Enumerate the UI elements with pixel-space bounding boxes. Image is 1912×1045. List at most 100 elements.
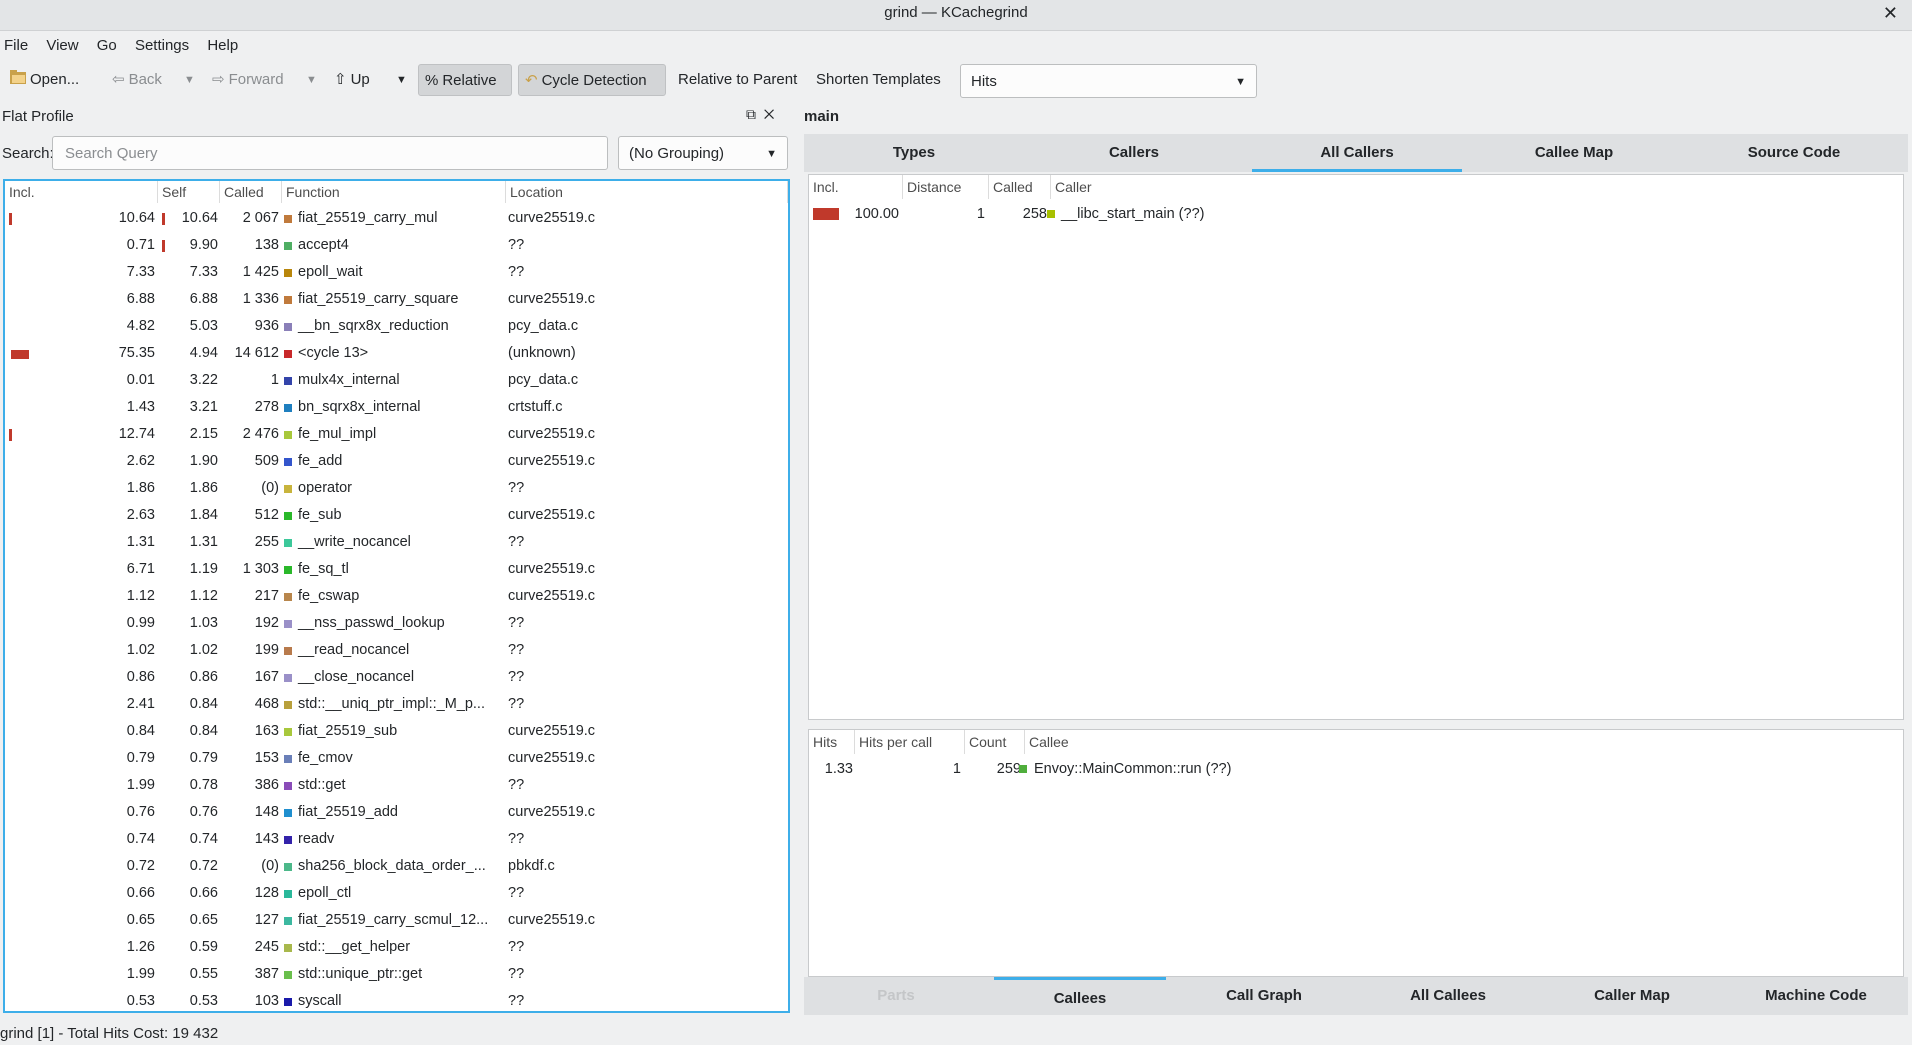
incl-value: 1.86 <box>126 480 155 496</box>
relative-toggle[interactable]: % Relative <box>418 64 512 96</box>
table-row[interactable]: 6.71 1.19 1 303 fe_sq_tl curve25519.c <box>5 556 788 583</box>
table-row[interactable]: 0.76 0.76 148 fiat_25519_add curve25519.c <box>5 799 788 826</box>
dock-close-icon[interactable]: ✕ <box>764 106 775 122</box>
column-header-called[interactable]: Called <box>220 181 282 203</box>
callers-list[interactable]: Incl. Distance Called Caller 100.00 1 25… <box>808 174 1904 720</box>
table-row[interactable]: 0.01 3.22 1 mulx4x_internal pcy_data.c <box>5 367 788 394</box>
table-row[interactable]: 0.86 0.86 167 __close_nocancel?? <box>5 664 788 691</box>
menu-view[interactable]: View <box>46 31 78 61</box>
table-row[interactable]: 2.63 1.84 512 fe_sub curve25519.c <box>5 502 788 529</box>
column-header-caller[interactable]: Caller <box>1051 175 1903 199</box>
open-button[interactable]: Open... <box>4 64 85 96</box>
table-row[interactable]: 1.26 0.59 245 std::__get_helper?? <box>5 934 788 961</box>
back-dropdown-icon[interactable]: ▼ <box>178 64 201 96</box>
forward-label: Forward <box>228 71 284 88</box>
table-row[interactable]: 7.33 7.33 1 425 epoll_wait?? <box>5 259 788 286</box>
column-header-hits-per-call[interactable]: Hits per call <box>855 730 965 754</box>
called-value: 1 303 <box>242 561 279 577</box>
location-value: curve25519.c <box>508 426 596 442</box>
called-value: 192 <box>254 615 279 631</box>
column-header-count[interactable]: Count <box>965 730 1025 754</box>
table-row[interactable]: 75.35 4.94 14 612 <cycle 13> (unknown) <box>5 340 788 367</box>
column-header-function[interactable]: Function <box>282 181 506 203</box>
table-row[interactable]: 0.71 9.90 138 accept4?? <box>5 232 788 259</box>
back-button[interactable]: ⇦ Back <box>106 64 168 96</box>
table-row[interactable]: 10.64 10.64 2 067 fiat_25519_carry_mul curve… <box>5 205 788 232</box>
up-button[interactable]: ⇧ Up <box>328 64 376 96</box>
table-row[interactable]: 1.99 0.55 387 std::unique_ptr::get?? <box>5 961 788 988</box>
tab-all-callers[interactable]: All Callers <box>1252 134 1462 172</box>
forward-dropdown-icon[interactable]: ▼ <box>300 64 323 96</box>
table-row[interactable]: 1.86 1.86 (0) operator?? <box>5 475 788 502</box>
forward-button[interactable]: ⇨ Forward <box>206 64 290 96</box>
column-header-self[interactable]: Self <box>158 181 220 203</box>
callees-list[interactable]: Hits Hits per call Count Callee 1.33 1 2… <box>808 729 1904 977</box>
tab-parts[interactable]: Parts <box>804 977 988 1015</box>
table-row[interactable]: 0.84 0.84 163 fiat_25519_sub curve25519.c <box>5 718 788 745</box>
table-row[interactable]: 0.53 0.53 103 syscall?? <box>5 988 788 1011</box>
vertical-scrollbar[interactable] <box>788 205 790 413</box>
tab-caller-map[interactable]: Caller Map <box>1540 977 1724 1015</box>
table-row[interactable]: 4.82 5.03 936 __bn_sqrx8x_reduction pcy_data… <box>5 313 788 340</box>
called-value: 138 <box>254 237 279 253</box>
tab-machine-code[interactable]: Machine Code <box>1724 977 1908 1015</box>
menu-settings[interactable]: Settings <box>135 31 189 61</box>
flat-profile-table[interactable]: Incl. Self Called Function Location 10.6… <box>3 179 790 1013</box>
chevron-down-icon: ▼ <box>766 148 777 160</box>
close-icon[interactable]: ✕ <box>1883 0 1898 26</box>
table-row[interactable]: 0.65 0.65 127 fiat_25519_carry_scmul_12... c… <box>5 907 788 934</box>
column-header-location[interactable]: Location <box>506 181 788 203</box>
incl-value: 1.26 <box>126 939 155 955</box>
table-row[interactable]: 0.99 1.03 192 __nss_passwd_lookup?? <box>5 610 788 637</box>
table-row[interactable]: 1.31 1.31 255 __write_nocancel?? <box>5 529 788 556</box>
menu-go[interactable]: Go <box>97 31 117 61</box>
menu-help[interactable]: Help <box>207 31 238 61</box>
column-header-incl[interactable]: Incl. <box>809 175 903 199</box>
table-row[interactable]: 1.99 0.78 386 std::get?? <box>5 772 788 799</box>
tab-callee-map[interactable]: Callee Map <box>1464 134 1684 172</box>
table-row[interactable]: 0.72 0.72 (0) sha256_block_data_order_... pb… <box>5 853 788 880</box>
table-row[interactable]: 2.62 1.90 509 fe_add curve25519.c <box>5 448 788 475</box>
table-row[interactable]: 1.02 1.02 199 __read_nocancel?? <box>5 637 788 664</box>
tab-callees[interactable]: Callees <box>994 977 1166 1015</box>
bottom-tab-bar: Parts Callees Call Graph All Callees Cal… <box>804 977 1908 1015</box>
called-value: 245 <box>254 939 279 955</box>
column-header-hits[interactable]: Hits <box>809 730 855 754</box>
shorten-templates-toggle[interactable]: Shorten Templates <box>810 64 947 96</box>
cycle-detection-toggle[interactable]: ↶ Cycle Detection <box>518 64 666 96</box>
tab-types[interactable]: Types <box>804 134 1024 172</box>
relative-to-parent-toggle[interactable]: Relative to Parent <box>672 64 803 96</box>
table-row[interactable]: 1.33 1 259 Envoy::MainCommon::run (??) <box>809 756 1903 782</box>
column-header-distance[interactable]: Distance <box>903 175 989 199</box>
function-name: fiat_25519_carry_square <box>298 291 459 307</box>
self-value: 0.55 <box>189 966 218 982</box>
tab-all-callees[interactable]: All Callees <box>1356 977 1540 1015</box>
table-row[interactable]: 1.12 1.12 217 fe_cswap curve25519.c <box>5 583 788 610</box>
column-header-called[interactable]: Called <box>989 175 1051 199</box>
function-color-swatch <box>284 647 292 655</box>
menu-file[interactable]: File <box>4 31 28 61</box>
search-input[interactable] <box>52 136 608 170</box>
table-row[interactable]: 6.88 6.88 1 336 fiat_25519_carry_square curv… <box>5 286 788 313</box>
function-name: fe_add <box>298 453 343 469</box>
up-label: Up <box>350 71 370 88</box>
table-row[interactable]: 12.74 2.15 2 476 fe_mul_impl curve25519.c <box>5 421 788 448</box>
column-header-callee[interactable]: Callee <box>1025 730 1903 754</box>
table-row[interactable]: 0.66 0.66 128 epoll_ctl?? <box>5 880 788 907</box>
table-row[interactable]: 0.79 0.79 153 fe_cmov curve25519.c <box>5 745 788 772</box>
table-row[interactable]: 0.74 0.74 143 readv?? <box>5 826 788 853</box>
table-row[interactable]: 100.00 1 258 __libc_start_main (??) <box>809 201 1903 227</box>
table-row[interactable]: 2.41 0.84 468 std::__uniq_ptr_impl::_M_p...… <box>5 691 788 718</box>
event-type-select[interactable]: Hits ▼ <box>960 64 1257 98</box>
table-row[interactable]: 1.43 3.21 278 bn_sqrx8x_internal crtstuff.c <box>5 394 788 421</box>
up-dropdown-icon[interactable]: ▼ <box>390 64 413 96</box>
function-color-swatch <box>284 809 292 817</box>
float-icon[interactable]: ⧉ <box>746 106 756 122</box>
tab-source-code[interactable]: Source Code <box>1684 134 1904 172</box>
window-title: grind — KCachegrind <box>884 4 1028 21</box>
column-header-incl[interactable]: Incl. <box>5 181 158 203</box>
tab-callers[interactable]: Callers <box>1024 134 1244 172</box>
function-name: fe_cswap <box>298 588 360 604</box>
tab-call-graph[interactable]: Call Graph <box>1172 977 1356 1015</box>
grouping-select[interactable]: (No Grouping) ▼ <box>618 136 788 170</box>
